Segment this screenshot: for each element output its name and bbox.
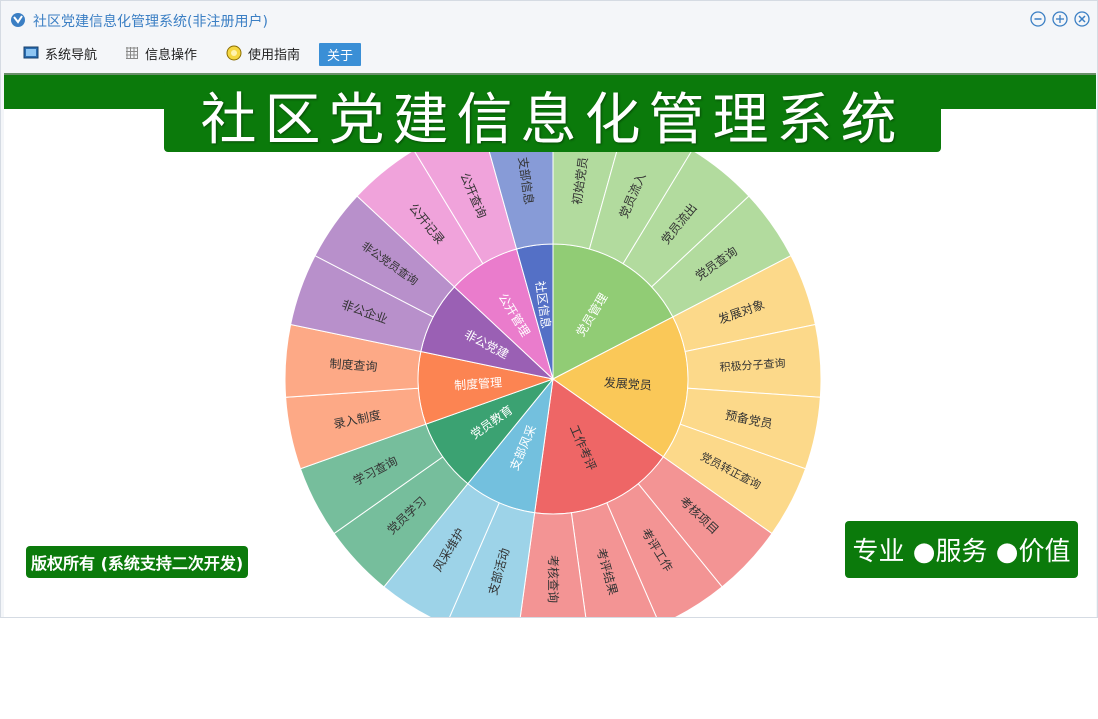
maximize-icon[interactable] bbox=[1052, 11, 1068, 27]
menu-system-nav-label: 系统导航 bbox=[45, 47, 98, 63]
grid-icon bbox=[126, 47, 138, 59]
app-logo-icon bbox=[11, 13, 25, 27]
menu-info-ops-label: 信息操作 bbox=[145, 47, 198, 63]
close-icon[interactable] bbox=[1074, 11, 1090, 27]
guide-icon bbox=[226, 45, 242, 61]
monitor-icon bbox=[23, 46, 39, 59]
system-title-banner: 社区党建信息化管理系统 bbox=[164, 79, 941, 153]
menu-user-guide-label: 使用指南 bbox=[248, 47, 301, 63]
menu-about[interactable]: 关于 bbox=[319, 43, 362, 66]
main-content: 党员管理 初始党员 党员流入 党员流出 党员查询 发展党员 发展对象 积极分子查询 预备党员 党员… bbox=[4, 73, 1096, 617]
app-window: 社区党建信息化管理系统(非注册用户) 系统导航 信息操作 使用指南 关于 党员管… bbox=[0, 0, 1098, 618]
menu-system-nav[interactable]: 系统导航 bbox=[23, 41, 97, 65]
menu-user-guide[interactable]: 使用指南 bbox=[226, 41, 300, 65]
title-bar: 社区党建信息化管理系统(非注册用户) bbox=[1, 1, 1097, 37]
window-title: 社区党建信息化管理系统(非注册用户) bbox=[33, 14, 268, 30]
slogan-badge: 专业 ●服务 ●价值 bbox=[845, 521, 1078, 578]
sunburst-item-label-2-3: 考核查询 bbox=[546, 555, 560, 603]
menu-about-label: 关于 bbox=[327, 49, 354, 64]
copyright-badge: 版权所有 (系统支持二次开发) bbox=[26, 546, 249, 578]
menu-bar: 系统导航 信息操作 使用指南 关于 bbox=[1, 41, 1097, 67]
minimize-icon[interactable] bbox=[1030, 11, 1046, 27]
menu-info-ops[interactable]: 信息操作 bbox=[125, 41, 197, 65]
